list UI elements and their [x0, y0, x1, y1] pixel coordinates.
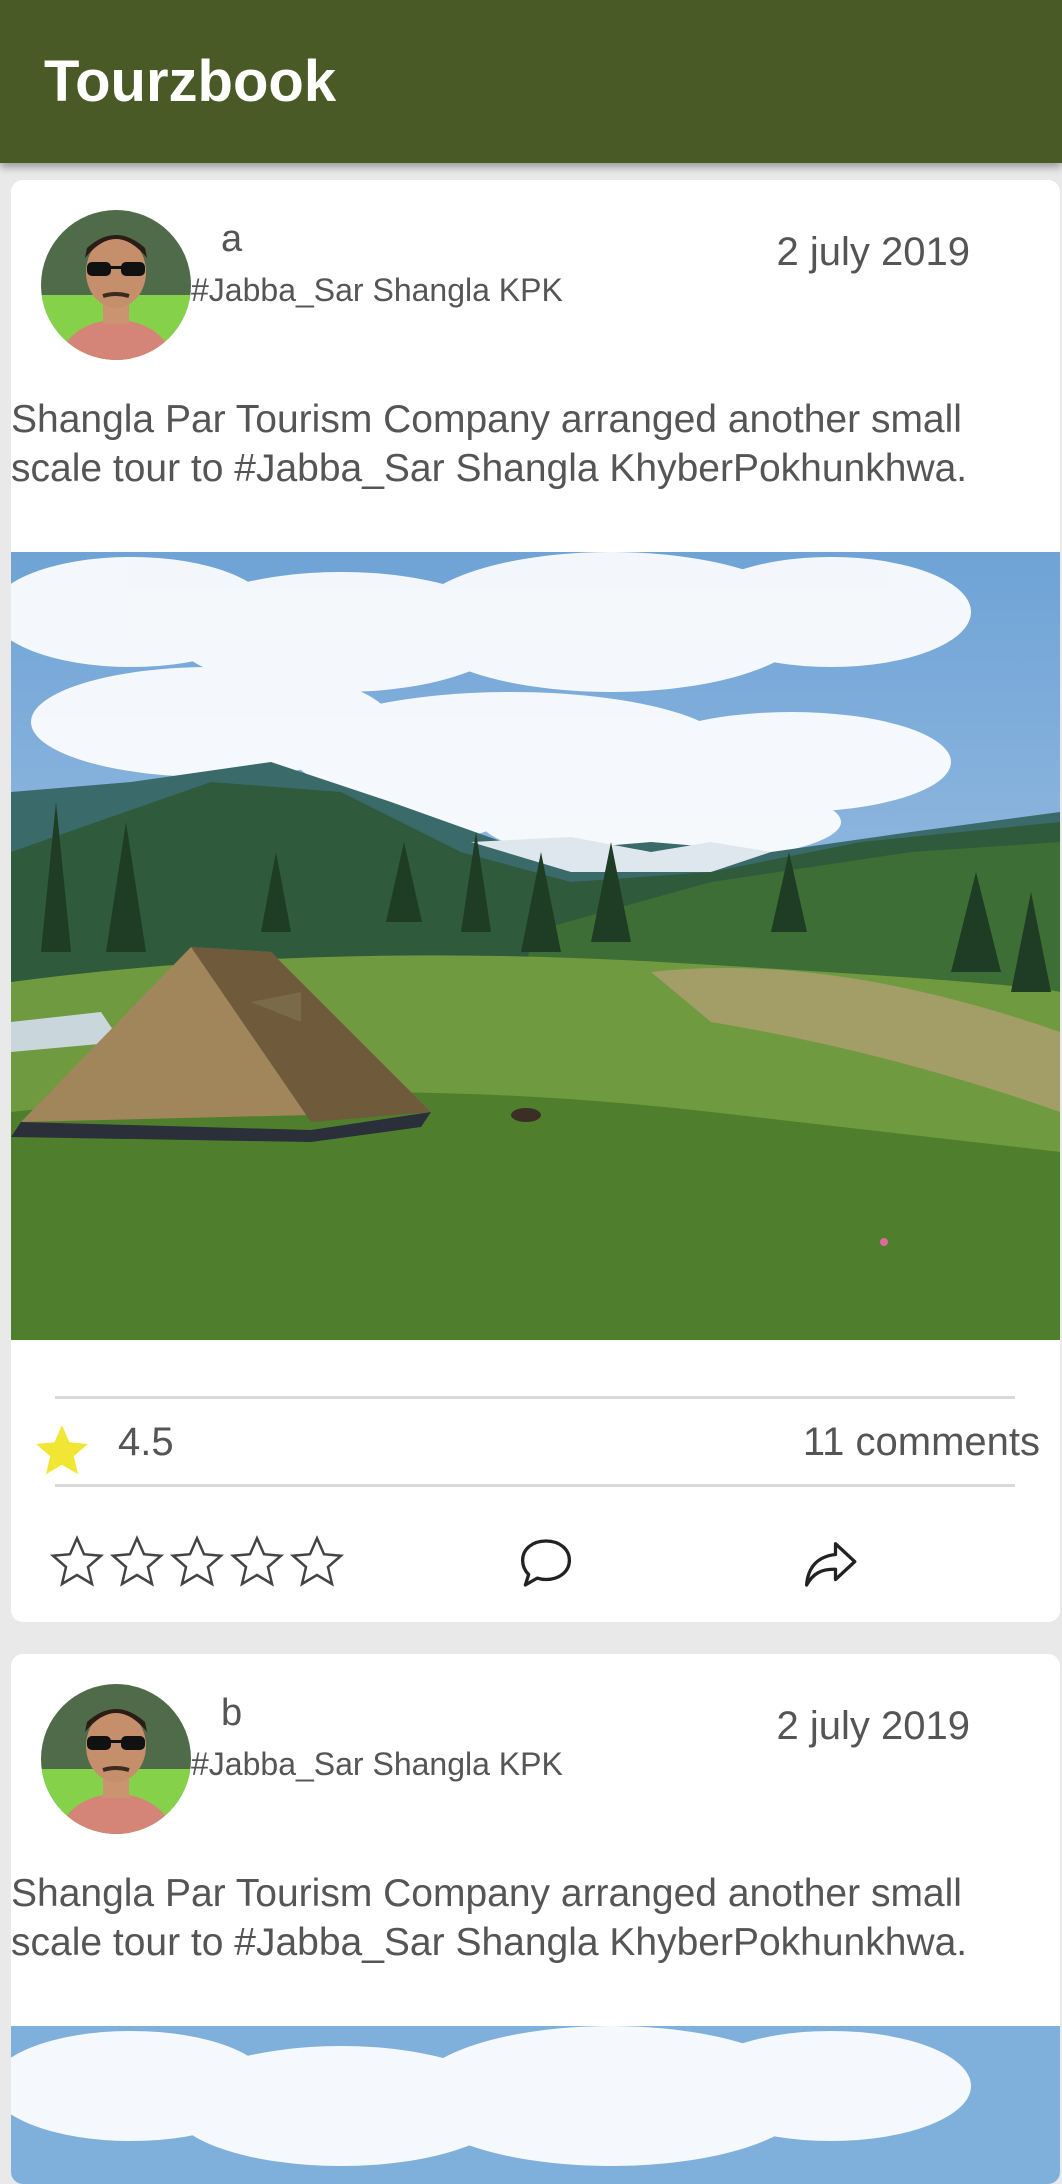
- avatar[interactable]: [41, 210, 191, 360]
- star-outline-icon[interactable]: [47, 1532, 107, 1592]
- share-arrow-icon[interactable]: [797, 1530, 863, 1596]
- star-filled-icon: [36, 1425, 88, 1475]
- post-card: b #Jabba_Sar Shangla KPK 2 july 2019 Sha…: [11, 1654, 1060, 2184]
- star-outline-icon[interactable]: [227, 1532, 287, 1592]
- post-photo[interactable]: [11, 552, 1060, 1340]
- post-feed[interactable]: a #Jabba_Sar Shangla KPK 2 july 2019 Sha…: [0, 0, 1062, 2184]
- rate-stars[interactable]: [47, 1532, 347, 1592]
- avatar[interactable]: [41, 1684, 191, 1834]
- star-outline-icon[interactable]: [167, 1532, 227, 1592]
- post-location[interactable]: #Jabba_Sar Shangla KPK: [191, 1746, 563, 1783]
- post-date: 2 july 2019: [776, 1704, 970, 1748]
- post-photo[interactable]: [11, 2026, 1060, 2184]
- star-outline-icon[interactable]: [107, 1532, 167, 1592]
- divider: [55, 1396, 1015, 1399]
- post-card: a #Jabba_Sar Shangla KPK 2 july 2019 Sha…: [11, 180, 1060, 1622]
- post-location[interactable]: #Jabba_Sar Shangla KPK: [191, 272, 563, 309]
- post-text: Shangla Par Tourism Company arranged ano…: [11, 398, 968, 490]
- post-username[interactable]: b: [221, 1692, 242, 1735]
- app-title: Tourzbook: [44, 49, 337, 114]
- divider: [55, 1484, 1015, 1487]
- post-username[interactable]: a: [221, 218, 242, 261]
- post-date: 2 july 2019: [776, 230, 970, 274]
- star-outline-icon[interactable]: [287, 1532, 347, 1592]
- comment-bubble-icon[interactable]: [513, 1530, 579, 1596]
- app-bar: Tourzbook: [0, 0, 1062, 163]
- comments-count[interactable]: 11 comments: [803, 1420, 1040, 1465]
- post-text: Shangla Par Tourism Company arranged ano…: [11, 1872, 968, 1964]
- rating-value: 4.5: [118, 1420, 174, 1464]
